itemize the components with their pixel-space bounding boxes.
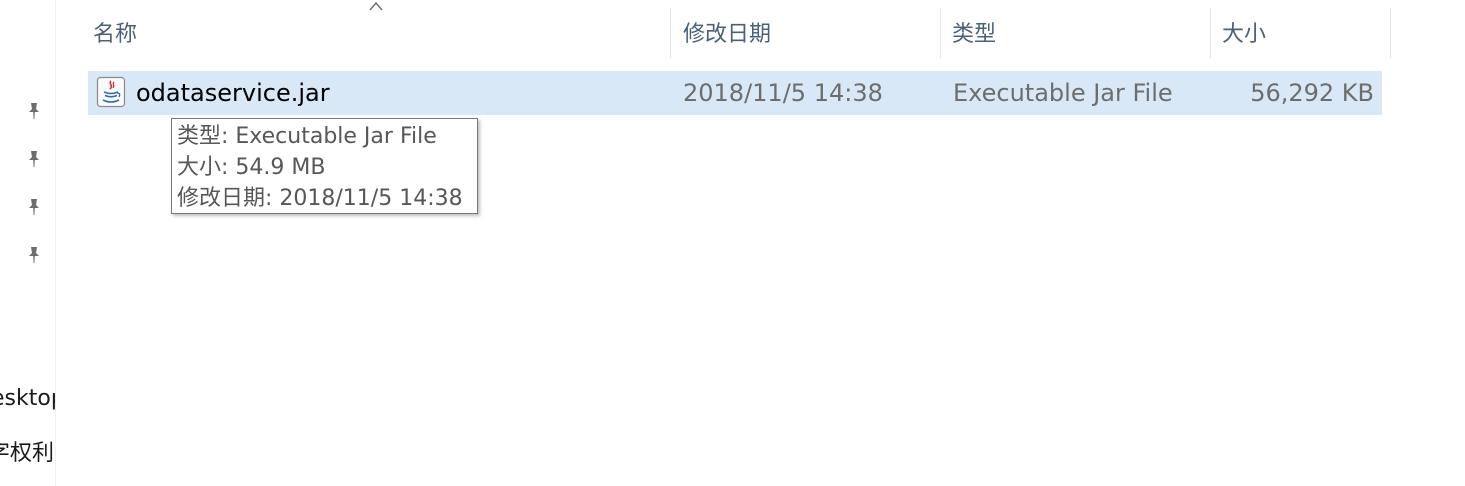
- tooltip-modified: 修改日期: 2018/11/5 14:38: [177, 186, 463, 211]
- column-header-row: 名称 修改日期 类型 大小: [56, 0, 1396, 70]
- column-divider[interactable]: [670, 8, 671, 58]
- nav-item-desktop[interactable]: esktop: [0, 386, 55, 411]
- pin-icon[interactable]: [24, 101, 44, 121]
- column-divider[interactable]: [940, 8, 941, 58]
- navigation-pane: esktop 字权利: [0, 0, 56, 486]
- file-info-tooltip: 类型: Executable Jar File 大小: 54.9 MB 修改日期…: [171, 118, 478, 214]
- file-size: 56,292 KB: [1250, 79, 1374, 107]
- pin-icon[interactable]: [24, 149, 44, 169]
- column-divider[interactable]: [1210, 8, 1211, 58]
- column-header-modified[interactable]: 修改日期: [673, 0, 941, 70]
- file-name[interactable]: odataservice.jar: [136, 71, 330, 115]
- column-divider[interactable]: [1390, 8, 1391, 58]
- file-type: Executable Jar File: [953, 79, 1173, 107]
- column-header-size[interactable]: 大小: [1212, 0, 1390, 70]
- java-jar-icon: [96, 76, 126, 108]
- pin-icon[interactable]: [24, 197, 44, 217]
- column-header-type[interactable]: 类型: [942, 0, 1210, 70]
- pin-icon[interactable]: [24, 245, 44, 265]
- column-header-name[interactable]: 名称: [83, 0, 671, 70]
- file-row[interactable]: odataservice.jar 2018/11/5 14:38 Executa…: [88, 71, 1382, 115]
- nav-item-folder[interactable]: 字权利: [0, 435, 54, 467]
- file-modified-date: 2018/11/5 14:38: [683, 79, 883, 107]
- tooltip-type: 类型: Executable Jar File: [177, 124, 437, 149]
- tooltip-size: 大小: 54.9 MB: [177, 155, 326, 180]
